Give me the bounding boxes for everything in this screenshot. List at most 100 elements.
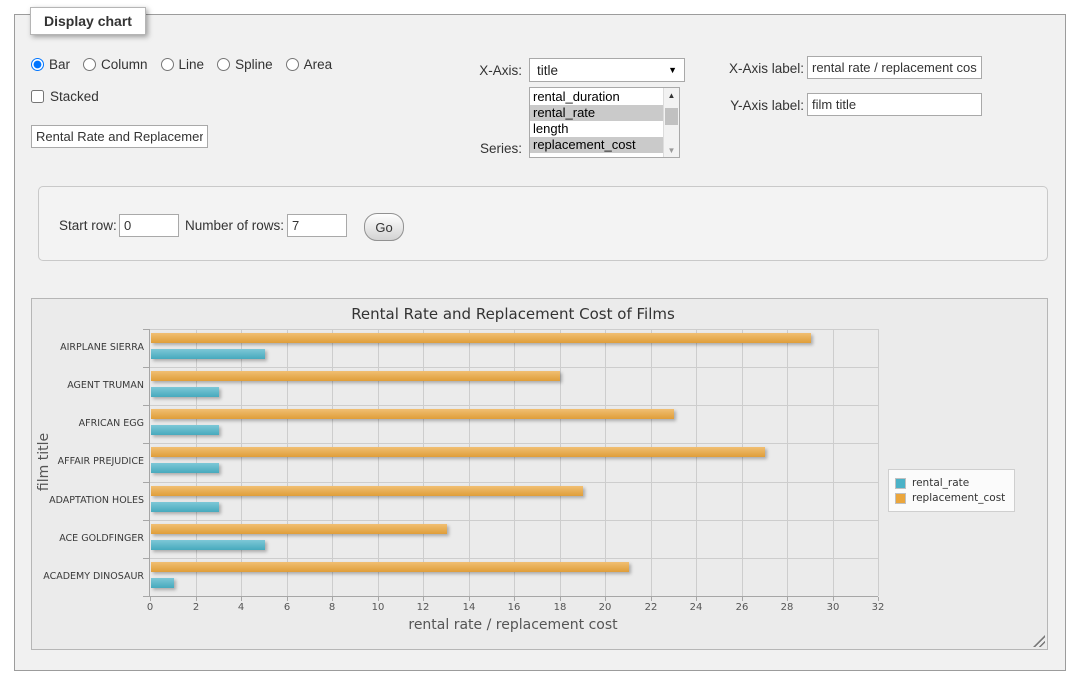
page: Display chart Bar Column Line Spline Area St… <box>0 0 1081 681</box>
x-axis-label-input[interactable] <box>807 56 982 79</box>
y-axis-label-field-label: Y-Axis label: <box>704 98 804 113</box>
chart-type-label: Spline <box>235 57 273 72</box>
chart-type-option-spline[interactable]: Spline <box>217 57 273 72</box>
chart-type-label: Bar <box>49 57 70 72</box>
bar-rental_rate[interactable] <box>151 387 219 397</box>
x-gridline <box>833 329 834 596</box>
y-axis-title: film title <box>36 362 52 562</box>
bar-replacement_cost[interactable] <box>151 333 811 343</box>
x-tick-label: 6 <box>272 602 302 613</box>
series-listbox-scrollbar[interactable]: ▲ ▼ <box>663 88 679 157</box>
series-label: Series: <box>452 141 522 156</box>
bar-replacement_cost[interactable] <box>151 447 765 457</box>
x-gridline <box>332 329 333 596</box>
bar-rental_rate[interactable] <box>151 578 174 588</box>
chart-type-radio-bar[interactable] <box>31 58 44 71</box>
bar-rental_rate[interactable] <box>151 502 219 512</box>
x-tick-label: 22 <box>636 602 666 613</box>
category-label: AIRPLANE SIERRA <box>38 342 144 353</box>
bar-replacement_cost[interactable] <box>151 562 629 572</box>
x-tick-label: 26 <box>727 602 757 613</box>
chart-type-option-bar[interactable]: Bar <box>31 57 70 72</box>
category-label: AFFAIR PREJUDICE <box>38 456 144 467</box>
scrollbar-thumb[interactable] <box>665 108 678 125</box>
bar-rental_rate[interactable] <box>151 463 219 473</box>
x-axis-select-value: title <box>537 63 558 78</box>
bar-rental_rate[interactable] <box>151 540 265 550</box>
x-axis-select[interactable]: title ▼ <box>529 58 685 82</box>
x-axis-tick <box>651 597 652 601</box>
scroll-up-icon[interactable]: ▲ <box>664 88 679 102</box>
x-axis-label-field-label: X-Axis label: <box>704 61 804 76</box>
series-option-list: rental_durationrental_ratelengthreplacem… <box>530 88 663 157</box>
chart-type-radio-spline[interactable] <box>217 58 230 71</box>
chart-type-radio-line[interactable] <box>161 58 174 71</box>
x-gridline <box>651 329 652 596</box>
x-tick-label: 28 <box>772 602 802 613</box>
chart-type-option-column[interactable]: Column <box>83 57 148 72</box>
x-axis-tick <box>241 597 242 601</box>
rows-toolbar: Start row: Number of rows: Go <box>38 186 1048 261</box>
category-label: ADAPTATION HOLES <box>38 495 144 506</box>
x-gridline <box>423 329 424 596</box>
bar-replacement_cost[interactable] <box>151 409 674 419</box>
x-axis-tick <box>742 597 743 601</box>
chart-type-option-line[interactable]: Line <box>161 57 205 72</box>
series-option-replacement_cost[interactable]: replacement_cost <box>530 137 663 153</box>
legend-item-rental_rate[interactable]: rental_rate <box>895 477 1005 489</box>
start-row-input[interactable] <box>119 214 179 237</box>
plot-area: 02468101214161820222426283032AIRPLANE SI… <box>149 329 878 597</box>
y-gridline <box>150 443 878 444</box>
chart-title: Rental Rate and Replacement Cost of Film… <box>149 305 877 323</box>
x-axis-tick <box>833 597 834 601</box>
x-tick-label: 8 <box>317 602 347 613</box>
x-axis-tick <box>514 597 515 601</box>
chart-type-label: Area <box>304 57 333 72</box>
y-axis-tick <box>143 558 149 559</box>
x-gridline <box>287 329 288 596</box>
stacked-checkbox[interactable] <box>31 90 44 103</box>
x-tick-label: 0 <box>135 602 165 613</box>
stacked-option[interactable]: Stacked <box>31 89 99 104</box>
x-axis-label: X-Axis: <box>452 63 522 78</box>
x-axis-tick <box>378 597 379 601</box>
chart-container: Rental Rate and Replacement Cost of Film… <box>31 298 1048 650</box>
y-gridline <box>150 482 878 483</box>
bar-replacement_cost[interactable] <box>151 524 447 534</box>
y-axis-tick <box>143 329 149 330</box>
x-axis-tick <box>423 597 424 601</box>
y-axis-label-input[interactable] <box>807 93 982 116</box>
series-option-rental_rate[interactable]: rental_rate <box>530 105 663 121</box>
category-label: ACE GOLDFINGER <box>38 533 144 544</box>
chart-title-input[interactable] <box>31 125 208 148</box>
scroll-down-icon[interactable]: ▼ <box>664 143 679 157</box>
panel-title: Display chart <box>30 7 146 35</box>
display-chart-panel: Display chart BarColumnLineSplineArea St… <box>14 14 1066 671</box>
bar-replacement_cost[interactable] <box>151 486 583 496</box>
chart-type-option-area[interactable]: Area <box>286 57 333 72</box>
x-tick-label: 12 <box>408 602 438 613</box>
go-button[interactable]: Go <box>364 213 404 241</box>
x-gridline <box>378 329 379 596</box>
chart-type-radio-column[interactable] <box>83 58 96 71</box>
bar-replacement_cost[interactable] <box>151 371 560 381</box>
chart-type-radio-area[interactable] <box>286 58 299 71</box>
legend-swatch <box>895 493 906 504</box>
x-tick-label: 24 <box>681 602 711 613</box>
x-tick-label: 4 <box>226 602 256 613</box>
legend-item-replacement_cost[interactable]: replacement_cost <box>895 492 1005 504</box>
series-option-rental_duration[interactable]: rental_duration <box>530 89 663 105</box>
x-axis-tick <box>696 597 697 601</box>
x-gridline <box>742 329 743 596</box>
series-listbox[interactable]: rental_durationrental_ratelengthreplacem… <box>529 87 680 158</box>
bar-rental_rate[interactable] <box>151 425 219 435</box>
number-of-rows-input[interactable] <box>287 214 347 237</box>
bar-rental_rate[interactable] <box>151 349 265 359</box>
x-axis-tick <box>878 597 879 601</box>
legend-box: rental_rate replacement_cost <box>888 469 1015 512</box>
resize-handle-icon[interactable] <box>1033 635 1045 647</box>
x-gridline <box>560 329 561 596</box>
x-gridline <box>787 329 788 596</box>
number-of-rows-label: Number of rows: <box>185 218 284 233</box>
series-option-length[interactable]: length <box>530 121 663 137</box>
